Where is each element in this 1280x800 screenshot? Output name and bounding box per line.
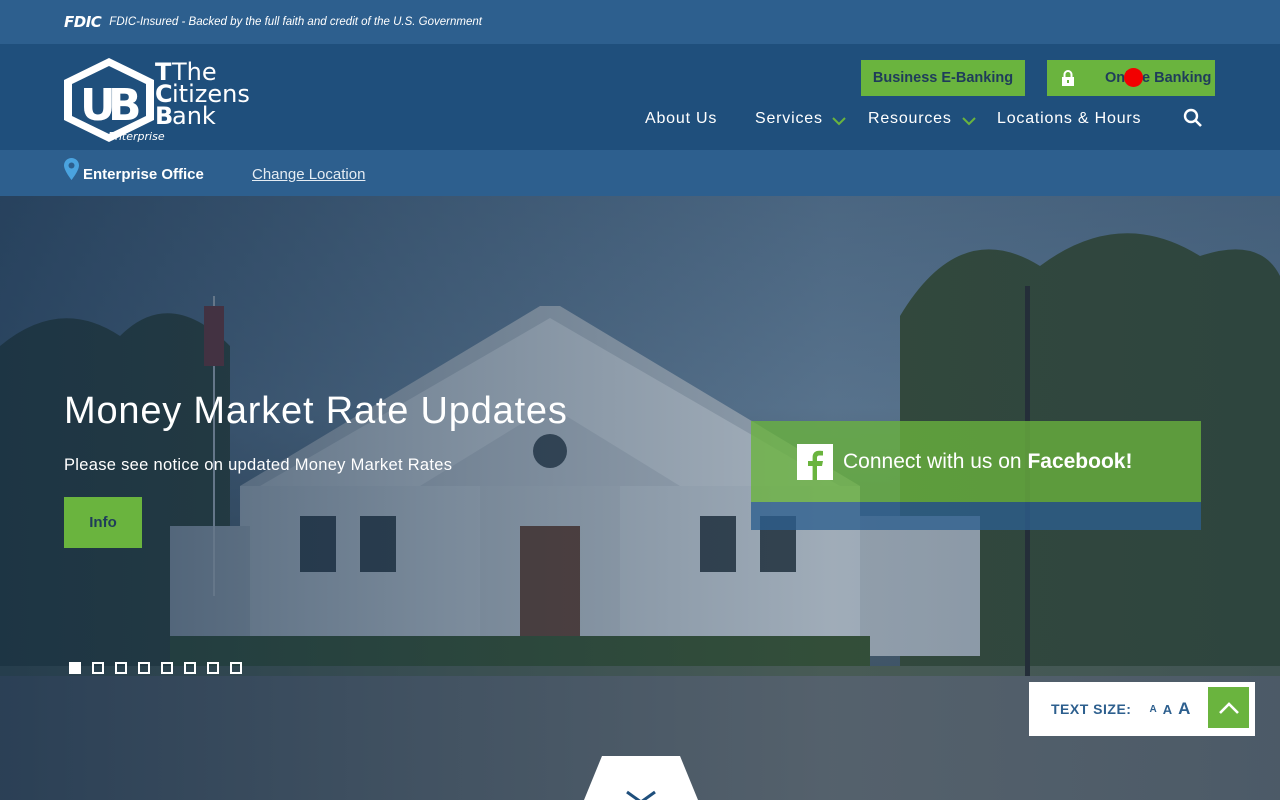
business-ebanking-button[interactable]: Business E-Banking bbox=[861, 60, 1025, 96]
change-location-link[interactable]: Change Location bbox=[252, 166, 365, 183]
facebook-cta-underbar bbox=[751, 502, 1201, 530]
fdic-bar: FDIC FDIC-Insured - Backed by the full f… bbox=[0, 0, 1280, 44]
nav-locations-hours[interactable]: Locations & Hours bbox=[997, 110, 1141, 128]
text-size-label: TEXT SIZE: bbox=[1051, 701, 1132, 717]
svg-text:B: B bbox=[108, 80, 142, 131]
lock-icon bbox=[1062, 70, 1074, 86]
chevron-down-icon[interactable] bbox=[832, 116, 846, 126]
current-location: Enterprise Office bbox=[83, 166, 204, 183]
text-size-large-button[interactable]: A bbox=[1178, 699, 1190, 719]
info-button[interactable]: Info bbox=[64, 497, 142, 548]
slide-dot-7[interactable] bbox=[207, 662, 219, 674]
scroll-down-button[interactable] bbox=[584, 756, 698, 800]
logo-line3: ank bbox=[172, 102, 216, 130]
text-size-widget: TEXT SIZE: A A A bbox=[1029, 682, 1255, 736]
facebook-emphasis: Facebook! bbox=[1027, 449, 1133, 473]
map-pin-icon bbox=[64, 158, 79, 180]
chevron-up-icon bbox=[1218, 701, 1239, 714]
online-banking-label: Online Banking bbox=[1105, 70, 1212, 86]
logo-tagline: Enterprise bbox=[108, 130, 165, 142]
text-size-small-button[interactable]: A bbox=[1149, 704, 1156, 715]
nav-about-us[interactable]: About Us bbox=[645, 110, 717, 128]
slide-dot-8[interactable] bbox=[230, 662, 242, 674]
slide-dot-2[interactable] bbox=[92, 662, 104, 674]
facebook-cta-text: Connect with us on Facebook! bbox=[843, 449, 1133, 473]
facebook-cta[interactable]: Connect with us on Facebook! bbox=[751, 421, 1201, 502]
slide-dot-1[interactable] bbox=[69, 662, 81, 674]
hero-subtitle: Please see notice on updated Money Marke… bbox=[64, 456, 453, 474]
slide-dot-6[interactable] bbox=[184, 662, 196, 674]
hero-slider: Money Market Rate Updates Please see not… bbox=[0, 196, 1280, 800]
location-bar: Enterprise Office Change Location bbox=[0, 150, 1280, 196]
hero-title: Money Market Rate Updates bbox=[64, 390, 568, 432]
text-size-medium-button[interactable]: A bbox=[1163, 702, 1172, 717]
nav-resources[interactable]: Resources bbox=[868, 110, 952, 128]
bank-logo[interactable]: U B T The C itizens B ank Enterprise bbox=[64, 58, 264, 143]
chevron-down-icon[interactable] bbox=[962, 116, 976, 126]
fdic-notice: FDIC-Insured - Backed by the full faith … bbox=[109, 16, 482, 28]
search-icon[interactable] bbox=[1183, 108, 1203, 128]
slide-dot-3[interactable] bbox=[115, 662, 127, 674]
svg-text:B: B bbox=[155, 102, 173, 130]
back-to-top-button[interactable] bbox=[1208, 687, 1249, 728]
site-header: U B T The C itizens B ank Enterprise Bus… bbox=[0, 44, 1280, 150]
fdic-logo: FDIC bbox=[64, 13, 102, 31]
click-marker bbox=[1124, 68, 1143, 87]
nav-services[interactable]: Services bbox=[755, 110, 823, 128]
slide-dot-5[interactable] bbox=[161, 662, 173, 674]
slider-pagination bbox=[69, 662, 242, 674]
slide-dot-4[interactable] bbox=[138, 662, 150, 674]
facebook-icon bbox=[797, 443, 833, 480]
